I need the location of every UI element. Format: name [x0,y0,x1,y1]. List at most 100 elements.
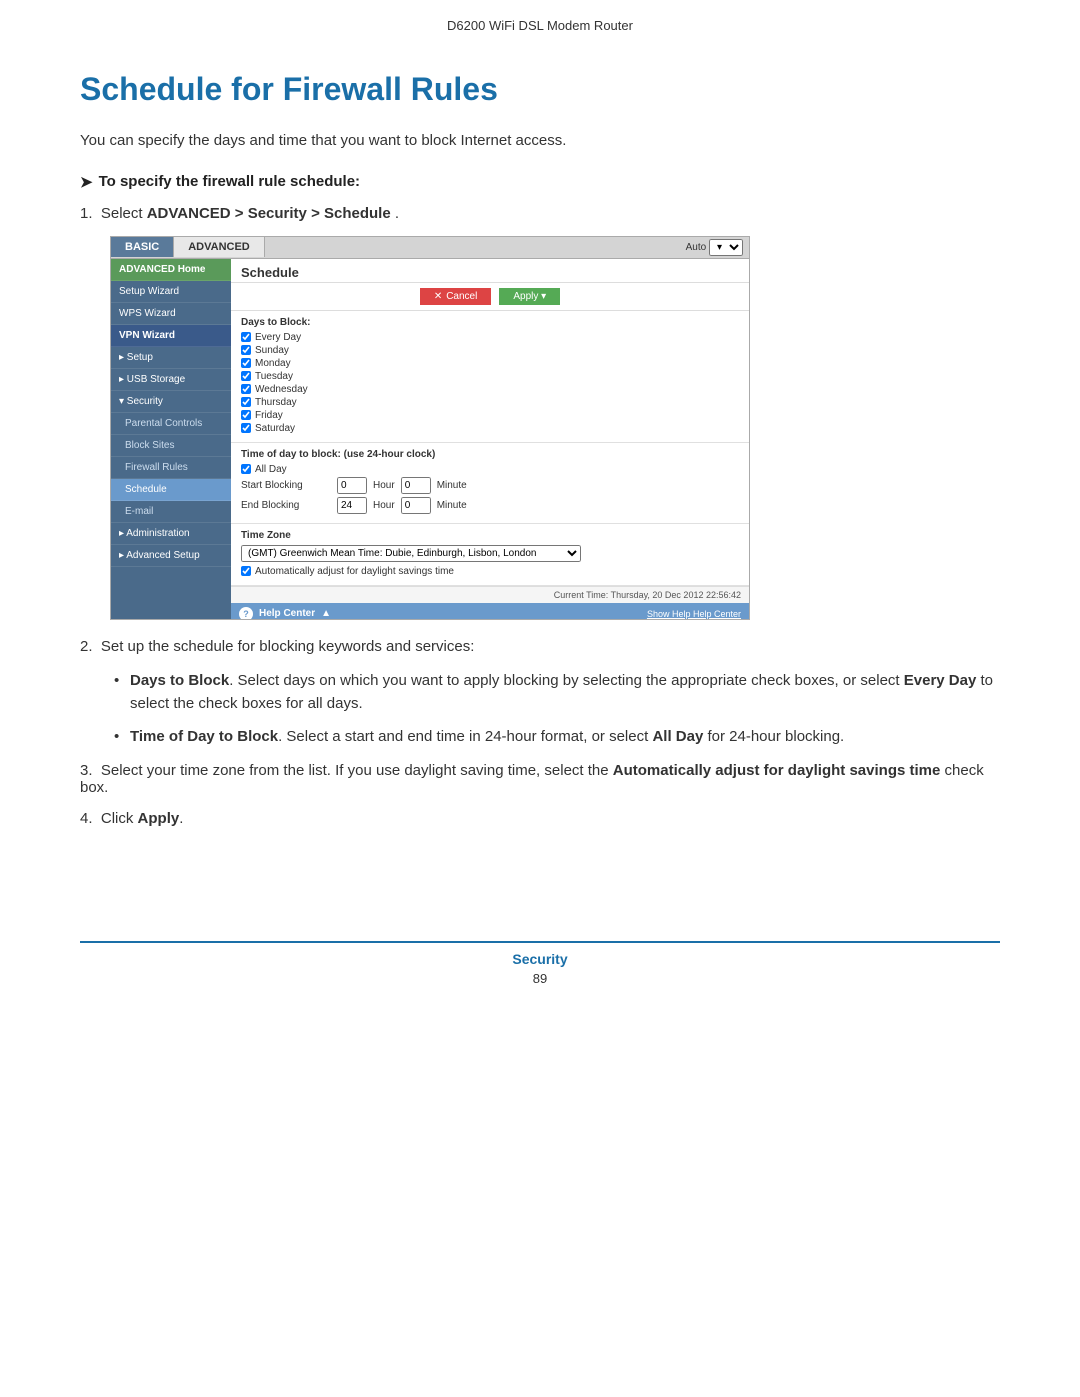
step-2-bullets: Days to Block. Select days on which you … [110,669,1000,749]
header-title: D6200 WiFi DSL Modem Router [447,18,633,33]
timezone-select[interactable]: (GMT) Greenwich Mean Time: Dubie, Edinbu… [241,545,581,562]
start-label: Start Blocking [241,480,331,491]
step-1-end: . [395,205,399,222]
sidebar-item-firewall-rules[interactable]: Firewall Rules [111,457,231,479]
section-heading: ➤ To specify the firewall rule schedule: [80,173,1000,191]
sidebar-item-wps-wizard[interactable]: WPS Wizard [111,303,231,325]
all-day-row: All Day [241,464,739,475]
step-2-text: Set up the schedule for blocking keyword… [101,638,475,655]
sidebar-item-setup-wizard[interactable]: Setup Wizard [111,281,231,303]
bullet-all-day-bold: All Day [652,728,703,745]
bullet-every-day-bold: Every Day [904,672,977,689]
current-time: Current Time: Thursday, 20 Dec 2012 22:5… [554,590,741,600]
sidebar-item-vpn-wizard[interactable]: VPN Wizard [111,325,231,347]
end-label: End Blocking [241,500,331,511]
day-saturday: Saturday [241,423,739,434]
sidebar-item-parental-controls[interactable]: Parental Controls [111,413,231,435]
start-minute-label: Minute [437,480,467,491]
sidebar-item-setup[interactable]: ▸ Setup [111,347,231,369]
tab-advanced[interactable]: ADVANCED [174,237,265,257]
checkbox-sunday[interactable] [241,345,251,355]
checkbox-monday[interactable] [241,358,251,368]
arrow-icon: ➤ [80,173,93,191]
sidebar-item-advanced-home[interactable]: ADVANCED Home [111,259,231,281]
checkbox-all-day[interactable] [241,464,251,474]
router-body: ADVANCED Home Setup Wizard WPS Wizard VP… [111,259,749,619]
bullet-time: Time of Day to Block. Select a start and… [110,725,1000,748]
step-4-text: Click [101,810,138,827]
bullet-time-bold: Time of Day to Block [130,728,278,745]
cancel-icon: ✕ [434,291,442,302]
end-minute-input[interactable] [401,497,431,514]
sidebar-item-usb-storage[interactable]: ▸ USB Storage [111,369,231,391]
help-icon: ? [239,607,253,619]
checkbox-dst[interactable] [241,566,251,576]
auto-select[interactable]: ▾ [709,239,743,256]
timezone-section: Time Zone (GMT) Greenwich Mean Time: Dub… [231,524,749,586]
help-center-label: Help Center [259,608,315,619]
auto-label: Auto ▾ [680,237,749,258]
day-monday: Monday [241,358,739,369]
checkbox-thursday[interactable] [241,397,251,407]
show-help-link[interactable]: Show Help Help Center [647,609,741,619]
apply-button[interactable]: Apply ▾ [499,288,560,305]
action-bar: ✕ Cancel Apply ▾ [231,283,749,311]
doc-header: D6200 WiFi DSL Modem Router [0,0,1080,41]
bullet-list: Days to Block. Select days on which you … [110,669,1000,749]
start-minute-input[interactable] [401,477,431,494]
time-section-title: Time of day to block: (use 24-hour clock… [241,449,739,460]
router-ui: BASIC ADVANCED Auto ▾ ADVANCED Home Setu… [110,236,750,620]
sidebar-item-security[interactable]: ▾ Security [111,391,231,413]
doc-footer: Security 89 [80,941,1000,986]
dst-label: Automatically adjust for daylight saving… [255,566,454,577]
step-1-prefix: Select [101,205,147,222]
panel-title: Schedule [231,259,749,283]
day-sunday: Sunday [241,345,739,356]
day-every-day: Every Day [241,332,739,343]
day-friday: Friday [241,410,739,421]
tab-basic[interactable]: BASIC [111,237,174,257]
checkbox-wednesday[interactable] [241,384,251,394]
sidebar-item-administration[interactable]: ▸ Administration [111,523,231,545]
section-heading-text: To specify the firewall rule schedule: [99,173,360,190]
page-title: Schedule for Firewall Rules [80,71,1000,108]
step-4-bold: Apply [138,810,180,827]
end-blocking-row: End Blocking Hour Minute [241,497,739,514]
day-tuesday: Tuesday [241,371,739,382]
step-3-number: 3. [80,762,93,779]
tab-bar: BASIC ADVANCED Auto ▾ [111,237,749,259]
sidebar-item-schedule[interactable]: Schedule [111,479,231,501]
step-2: 2. Set up the schedule for blocking keyw… [80,638,1000,655]
step-3: 3. Select your time zone from the list. … [80,762,1000,796]
sidebar-item-email[interactable]: E-mail [111,501,231,523]
dst-row: Automatically adjust for daylight saving… [241,566,739,577]
checkbox-saturday[interactable] [241,423,251,433]
footer-section: Security [512,951,567,967]
all-day-label: All Day [255,464,287,475]
tz-section-title: Time Zone [241,530,739,541]
router-main: Schedule ✕ Cancel Apply ▾ Days to Block: [231,259,749,619]
step-3-bold: Automatically adjust for daylight saving… [613,762,941,779]
checkbox-friday[interactable] [241,410,251,420]
bullet-days: Days to Block. Select days on which you … [110,669,1000,716]
end-hour-input[interactable] [337,497,367,514]
checkbox-tuesday[interactable] [241,371,251,381]
start-hour-input[interactable] [337,477,367,494]
step-2-number: 2. [80,638,93,655]
day-wednesday: Wednesday [241,384,739,395]
end-hour-label: Hour [373,500,395,511]
current-time-bar: Current Time: Thursday, 20 Dec 2012 22:5… [231,586,749,603]
bullet-days-bold: Days to Block [130,672,229,689]
sidebar-item-advanced-setup[interactable]: ▸ Advanced Setup [111,545,231,567]
step-4-end: . [179,810,183,827]
end-minute-label: Minute [437,500,467,511]
checkbox-every-day[interactable] [241,332,251,342]
router-sidebar: ADVANCED Home Setup Wizard WPS Wizard VP… [111,259,231,619]
sidebar-item-block-sites[interactable]: Block Sites [111,435,231,457]
cancel-button[interactable]: ✕ Cancel [420,288,492,305]
step-4: 4. Click Apply. [80,810,1000,827]
days-section: Days to Block: Every Day Sunday Monday [231,311,749,443]
start-blocking-row: Start Blocking Hour Minute [241,477,739,494]
days-section-title: Days to Block: [241,317,739,328]
start-hour-label: Hour [373,480,395,491]
